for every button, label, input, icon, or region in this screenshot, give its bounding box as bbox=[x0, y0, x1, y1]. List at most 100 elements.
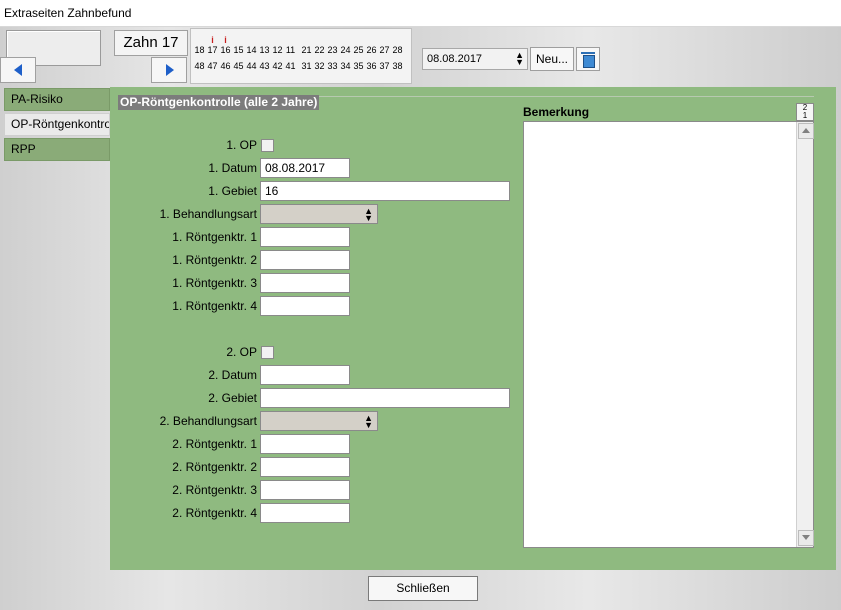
op1-roentgen4-label: 1. Röntgenktr. 4 bbox=[172, 299, 257, 313]
delete-button[interactable] bbox=[576, 47, 600, 71]
window-title: Extraseiten Zahnbefund bbox=[4, 6, 132, 20]
trash-icon bbox=[583, 55, 595, 68]
tooth-12[interactable]: 12 bbox=[271, 45, 284, 55]
op1-label: 1. OP bbox=[226, 138, 257, 152]
op1-roentgen3-label: 1. Röntgenktr. 3 bbox=[172, 276, 257, 290]
sidebar-item-pa-risiko[interactable]: PA-Risiko bbox=[4, 88, 110, 111]
tooth-46[interactable]: 46 bbox=[219, 61, 232, 71]
op1-datum-label: 1. Datum bbox=[208, 161, 257, 175]
lower-jaw-row: 48 47 46 45 44 43 42 41 31 32 33 34 35 36 37 38 bbox=[193, 61, 404, 71]
op2-roentgen4-field[interactable] bbox=[260, 503, 350, 523]
op2-datum-label: 2. Datum bbox=[208, 368, 257, 382]
op2-roentgen4-label: 2. Röntgenktr. 4 bbox=[172, 506, 257, 520]
op2-behandlungsart-select[interactable]: ▲ ▼ bbox=[260, 411, 378, 431]
tooth-38[interactable]: 38 bbox=[391, 61, 404, 71]
date-select-value: 08.08.2017 bbox=[427, 53, 483, 65]
tooth-16[interactable]: 16 i bbox=[219, 35, 232, 55]
tooth-25[interactable]: 25 bbox=[352, 45, 365, 55]
tooth-23[interactable]: 23 bbox=[326, 45, 339, 55]
tooth-21[interactable]: 21 bbox=[300, 45, 313, 55]
tooth-45[interactable]: 45 bbox=[232, 61, 245, 71]
tooth-37[interactable]: 37 bbox=[378, 61, 391, 71]
tooth-11[interactable]: 11 bbox=[284, 45, 297, 55]
sidebar: PA-Risiko OP-Röntgenkontrolle RPP bbox=[4, 88, 110, 163]
new-entry-button[interactable]: Neu... bbox=[530, 47, 574, 71]
tooth-number: 35 bbox=[353, 61, 364, 71]
op2-roentgen2-field[interactable] bbox=[260, 457, 350, 477]
tooth-number: 11 bbox=[285, 45, 296, 55]
tooth-number: 21 bbox=[301, 45, 312, 55]
tooth-33[interactable]: 33 bbox=[326, 61, 339, 71]
tooth-47[interactable]: 47 bbox=[206, 61, 219, 71]
scroll-up-icon[interactable] bbox=[798, 123, 814, 139]
tooth-22[interactable]: 22 bbox=[313, 45, 326, 55]
close-button[interactable]: Schließen bbox=[368, 576, 478, 601]
op2-roentgen3-field[interactable] bbox=[260, 480, 350, 500]
arrow-right-icon bbox=[166, 64, 174, 76]
op2-gebiet-label: 2. Gebiet bbox=[208, 391, 257, 405]
next-tooth-button[interactable] bbox=[151, 57, 187, 83]
previous-tooth-button[interactable] bbox=[0, 57, 36, 83]
tooth-35[interactable]: 35 bbox=[352, 61, 365, 71]
tooth-number: 14 bbox=[246, 45, 257, 55]
op1-roentgen2-field[interactable] bbox=[260, 250, 350, 270]
op1-datum-field[interactable]: 08.08.2017 bbox=[260, 158, 350, 178]
tooth-32[interactable]: 32 bbox=[313, 61, 326, 71]
tooth-28[interactable]: 28 bbox=[391, 45, 404, 55]
sidebar-item-rpp[interactable]: RPP bbox=[4, 138, 110, 161]
tooth-41[interactable]: 41 bbox=[284, 61, 297, 71]
tooth-36[interactable]: 36 bbox=[365, 61, 378, 71]
op1-roentgen3-field[interactable] bbox=[260, 273, 350, 293]
sort-icon[interactable]: 21 bbox=[796, 103, 814, 121]
tooth-number: 31 bbox=[301, 61, 312, 71]
tooth-number: 34 bbox=[340, 61, 351, 71]
content-panel: OP-Röntgenkontrolle (alle 2 Jahre) 1. OP… bbox=[110, 87, 836, 570]
tooth-42[interactable]: 42 bbox=[271, 61, 284, 71]
tooth-18[interactable]: 18 bbox=[193, 45, 206, 55]
date-select[interactable]: 08.08.2017 ▲ ▼ bbox=[422, 48, 528, 70]
tooth-number: 27 bbox=[379, 45, 390, 55]
op2-gebiet-field[interactable] bbox=[260, 388, 510, 408]
spin-arrows-icon: ▲ ▼ bbox=[515, 50, 524, 67]
bemerkung-textarea[interactable] bbox=[523, 121, 814, 548]
tooth-number: 41 bbox=[285, 61, 296, 71]
tooth-number: 28 bbox=[392, 45, 403, 55]
tooth-number: 37 bbox=[379, 61, 390, 71]
tooth-13[interactable]: 13 bbox=[258, 45, 271, 55]
tooth-number: 26 bbox=[366, 45, 377, 55]
tooth-number: 38 bbox=[392, 61, 403, 71]
upper-jaw-row: 18 17 i 16 i 15 14 13 12 11 21 22 23 24 25 26 27 28 bbox=[193, 35, 404, 55]
op1-roentgen1-field[interactable] bbox=[260, 227, 350, 247]
tooth-27[interactable]: 27 bbox=[378, 45, 391, 55]
tooth-31[interactable]: 31 bbox=[300, 61, 313, 71]
tooth-number: 23 bbox=[327, 45, 338, 55]
op2-datum-field[interactable] bbox=[260, 365, 350, 385]
op2-label: 2. OP bbox=[226, 345, 257, 359]
bemerkung-label: Bemerkung bbox=[523, 105, 590, 119]
tooth-43[interactable]: 43 bbox=[258, 61, 271, 71]
tooth-14[interactable]: 14 bbox=[245, 45, 258, 55]
tooth-24[interactable]: 24 bbox=[339, 45, 352, 55]
op1-checkbox[interactable] bbox=[261, 139, 274, 152]
tooth-number: 45 bbox=[233, 61, 244, 71]
tooth-34[interactable]: 34 bbox=[339, 61, 352, 71]
tooth-number: 13 bbox=[259, 45, 270, 55]
op2-roentgen3-label: 2. Röntgenktr. 3 bbox=[172, 483, 257, 497]
op1-behandlungsart-label: 1. Behandlungsart bbox=[159, 207, 257, 221]
op2-roentgen1-field[interactable] bbox=[260, 434, 350, 454]
bemerkung-scrollbar[interactable] bbox=[796, 122, 814, 547]
op1-roentgen4-field[interactable] bbox=[260, 296, 350, 316]
op1-roentgen2-label: 1. Röntgenktr. 2 bbox=[172, 253, 257, 267]
tooth-number: 33 bbox=[327, 61, 338, 71]
sidebar-item-op-roentgenkontrolle[interactable]: OP-Röntgenkontrolle bbox=[4, 113, 110, 136]
scroll-down-icon[interactable] bbox=[798, 530, 814, 546]
tooth-15[interactable]: 15 bbox=[232, 45, 245, 55]
op2-checkbox[interactable] bbox=[261, 346, 274, 359]
tooth-48[interactable]: 48 bbox=[193, 61, 206, 71]
tooth-number: 16 bbox=[220, 45, 231, 55]
tooth-17[interactable]: 17 i bbox=[206, 35, 219, 55]
tooth-26[interactable]: 26 bbox=[365, 45, 378, 55]
op1-gebiet-field[interactable]: 16 bbox=[260, 181, 510, 201]
tooth-44[interactable]: 44 bbox=[245, 61, 258, 71]
op1-behandlungsart-select[interactable]: ▲ ▼ bbox=[260, 204, 378, 224]
